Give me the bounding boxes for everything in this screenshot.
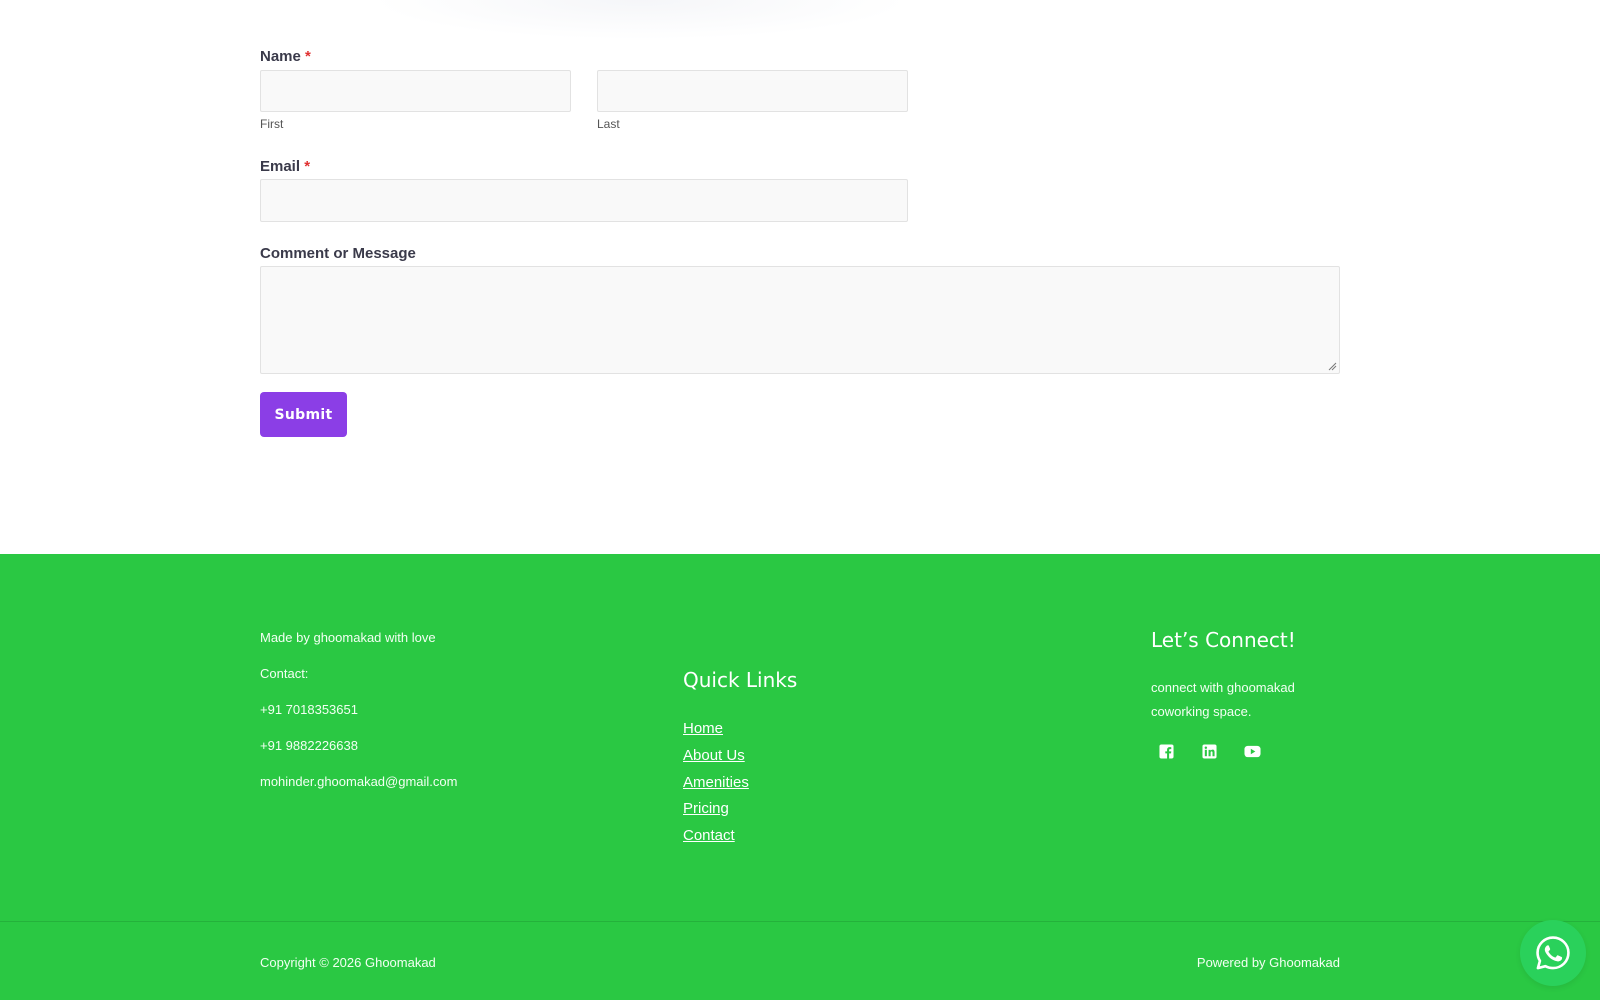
phone-2: +91 9882226638 [260,738,358,753]
first-name-input[interactable] [260,70,571,112]
youtube-icon[interactable] [1243,742,1261,760]
contact-label: Contact: [260,666,309,681]
email-input[interactable] [260,179,908,222]
required-mark: * [305,48,311,65]
connect-line-1: connect with ghoomakad [1151,680,1295,695]
first-sublabel: First [260,117,284,131]
required-mark: * [304,158,311,175]
linkedin-icon[interactable] [1200,742,1218,760]
footer-bottom-bar: Copyright © 2026 Ghoomakad Powered by Gh… [0,921,1600,1000]
email-label: Email * [260,158,310,175]
email-label-text: Email [260,158,301,175]
resize-grip-icon[interactable] [1327,361,1337,371]
quick-link-pricing[interactable]: Pricing [683,800,729,817]
name-label-text: Name [260,48,301,65]
last-sublabel: Last [597,117,620,131]
connect-title: Let’s Connect! [1151,628,1296,652]
footer: Made by ghoomakad with love Contact: +91… [0,554,1600,922]
facebook-icon[interactable] [1157,742,1175,760]
message-label: Comment or Message [260,245,416,262]
quick-link-about-us[interactable]: About Us [683,747,745,764]
decorative-shadow [370,0,910,40]
whatsapp-icon [1536,936,1570,970]
quick-links-title: Quick Links [683,668,798,692]
quick-link-contact[interactable]: Contact [683,827,735,844]
connect-line-2: coworking space. [1151,704,1252,719]
message-textarea[interactable] [260,266,1340,374]
submit-button[interactable]: Submit [260,392,347,437]
quick-link-amenities[interactable]: Amenities [683,774,749,791]
whatsapp-button[interactable] [1520,920,1586,986]
quick-link-home[interactable]: Home [683,720,723,737]
copyright-text: Copyright © 2026 Ghoomakad [260,955,436,970]
contact-form: Name * First Last Email * Comment or Mes… [260,0,1340,554]
made-by-text: Made by ghoomakad with love [260,630,436,645]
phone-1: +91 7018353651 [260,702,358,717]
contact-email: mohinder.ghoomakad@gmail.com [260,774,458,789]
last-name-input[interactable] [597,70,908,112]
powered-by-text: Powered by Ghoomakad [1196,955,1340,970]
name-label: Name * [260,48,311,65]
